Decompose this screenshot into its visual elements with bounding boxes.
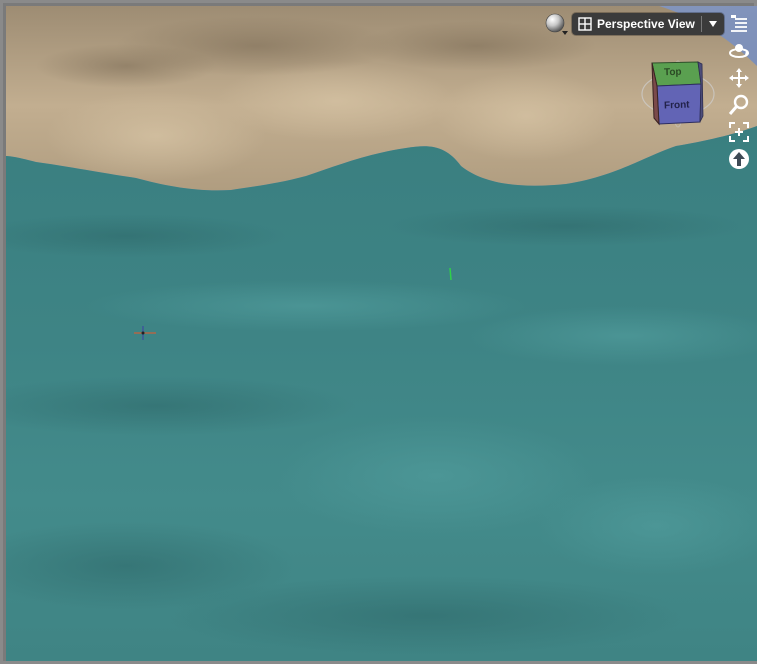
view-cube-top-label[interactable]: Top	[664, 67, 682, 79]
orbit-button[interactable]	[728, 40, 750, 62]
shading-sphere-icon	[545, 13, 568, 35]
chevron-down-icon	[709, 21, 717, 27]
home-view-button[interactable]	[728, 148, 750, 170]
viewport-frame: Perspective View Top Front	[0, 0, 757, 664]
view-selector[interactable]: Perspective View	[572, 13, 724, 35]
grid-icon	[578, 17, 592, 31]
view-label: Perspective View	[597, 17, 695, 31]
viewport-menu-button[interactable]	[728, 12, 750, 34]
shading-mode-button[interactable]	[544, 12, 570, 38]
up-arrow-icon	[729, 149, 749, 169]
zoom-icon	[728, 94, 749, 115]
3d-viewport[interactable]: Perspective View Top Front	[6, 6, 757, 661]
view-cube-front-label[interactable]: Front	[664, 100, 690, 112]
zoom-button[interactable]	[728, 94, 750, 116]
pan-button[interactable]	[728, 67, 750, 89]
view-cube[interactable]: Top Front	[638, 58, 716, 132]
pan-icon	[729, 68, 749, 88]
view-dropdown-button[interactable]	[702, 13, 724, 35]
frame-button[interactable]	[728, 121, 750, 143]
viewport-menu-icon	[731, 15, 747, 32]
frame-icon	[729, 122, 749, 142]
orbit-icon	[729, 44, 749, 58]
